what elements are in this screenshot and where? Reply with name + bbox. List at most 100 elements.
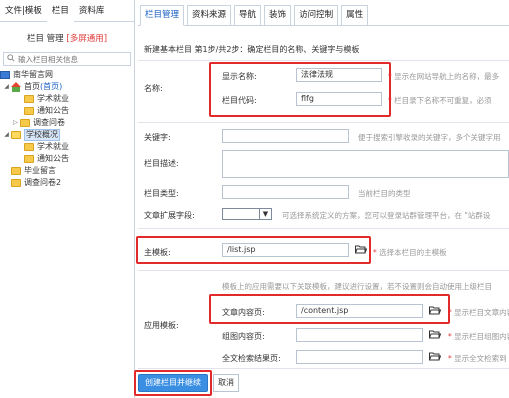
main-template-hint-text: 选择本栏目的主模板 <box>379 248 447 257</box>
step-indicator: 新建基本栏目 第1步/共2步：确定栏目的名称、关键字与模板 <box>144 45 360 54</box>
keywords-label: 关键字: <box>144 133 171 142</box>
left-panel: 文件|模板 栏目 资料库 栏目 管理 [多屏通用] 南华留言网 ◢ 首页 (首页… <box>0 0 135 398</box>
folder-open-icon <box>11 131 21 139</box>
folder-icon <box>11 179 21 187</box>
fulltext-result-hint-text: 显示全文检索到 <box>454 354 507 363</box>
main-template-highlight-box <box>136 236 371 264</box>
app-template-label: 应用模板: <box>144 321 179 330</box>
required-star: * <box>373 248 377 257</box>
main-template-hint: * 选择本栏目的主模板 <box>373 247 447 258</box>
ext-fields-label: 文章扩展字段: <box>144 211 195 220</box>
folder-icon <box>24 143 34 151</box>
column-tree: 南华留言网 ◢ 首页 (首页) 学术就业 通知公告 ▷ 调查问卷 ◢ 学校概况 <box>0 69 134 189</box>
divider <box>138 122 509 123</box>
right-tabs: 栏目管理 资料来源 导航 装饰 访问控制 属性 <box>138 0 509 26</box>
tab-properties[interactable]: 属性 <box>341 5 369 25</box>
tree-item-root[interactable]: 南华留言网 <box>0 69 134 81</box>
multiscreen-tag[interactable]: [多屏通用] <box>66 34 107 44</box>
column-code-hint: * 栏目录下名称不可重复，必须 <box>388 95 492 106</box>
tab-library[interactable]: 资料库 <box>74 0 110 22</box>
right-panel: 栏目管理 资料来源 导航 装饰 访问控制 属性 新建基本栏目 第1步/共2步：确… <box>134 0 509 398</box>
ext-fields-select[interactable]: ▼ <box>222 208 272 220</box>
tab-columns[interactable]: 栏目 <box>46 0 74 22</box>
description-textarea[interactable] <box>222 150 509 178</box>
cancel-button[interactable]: 取消 <box>213 374 239 392</box>
tree-item-graduation[interactable]: 毕业留言 <box>0 165 134 177</box>
tab-navigation[interactable]: 导航 <box>234 5 262 25</box>
required-star: * <box>448 332 452 341</box>
display-name-hint: * 显示在网站导航上的名称，最多 <box>388 71 499 82</box>
folder-open-icon[interactable] <box>428 329 442 339</box>
caret-down-icon[interactable]: ◢ <box>2 81 11 93</box>
photo-content-label: 组图内容页: <box>222 332 265 341</box>
article-content-hint-text: 显示栏目文章内容 <box>454 308 509 317</box>
photo-content-input[interactable] <box>296 328 423 342</box>
tab-column-manage[interactable]: 栏目管理 <box>140 5 185 26</box>
monitor-icon <box>0 71 10 79</box>
search-icon <box>7 54 15 64</box>
column-type-label: 栏目类型: <box>144 189 179 198</box>
tree-item-notice[interactable]: 通知公告 <box>0 105 134 117</box>
tab-files-templates[interactable]: 文件|模板 <box>0 0 47 22</box>
tree-item-label: 调查问卷 <box>33 118 65 127</box>
name-label: 名称: <box>144 84 163 93</box>
tree-item-label: 南华留言网 <box>13 70 53 79</box>
article-content-hint: * 显示栏目文章内容 <box>448 307 509 318</box>
caret-right-icon[interactable]: ▷ <box>11 117 20 129</box>
divider <box>138 368 509 369</box>
tree-item-notice-2[interactable]: 通知公告 <box>0 153 134 165</box>
app-template-hint: 模板上的应用需要以下关联模板，建议进行设置，若不设置则会自动使用上级栏目 <box>222 282 492 291</box>
tree-item-label: 通知公告 <box>37 106 69 115</box>
folder-icon <box>24 95 34 103</box>
keywords-hint: 便于搜索引擎收录的关键字，多个关键字用 <box>358 133 501 142</box>
tree-item-home[interactable]: ◢ 首页 (首页) <box>0 81 134 93</box>
tab-access-control[interactable]: 访问控制 <box>294 5 339 25</box>
required-star: * <box>448 354 452 363</box>
folder-open-icon[interactable] <box>428 351 442 361</box>
create-button-highlight-box <box>134 370 212 396</box>
name-highlight-box <box>209 62 391 117</box>
folder-icon <box>24 107 34 115</box>
divider <box>138 228 509 229</box>
ext-fields-hint: 可选择系统定义的方案，您可以登录站群管理平台，在 "站群设 <box>282 211 491 220</box>
tree-item-label: 学校概况 <box>24 129 60 141</box>
tree-item-academic-2[interactable]: 学术就业 <box>0 141 134 153</box>
column-type-input[interactable] <box>222 185 349 199</box>
fulltext-result-hint: * 显示全文检索到 <box>448 353 507 364</box>
tab-data-source[interactable]: 资料来源 <box>187 5 232 25</box>
tree-item-school-overview[interactable]: ◢ 学校概况 <box>0 129 134 141</box>
tree-item-label: 通知公告 <box>37 154 69 163</box>
tree-item-label: 学术就业 <box>37 142 69 151</box>
divider <box>138 270 509 271</box>
photo-content-hint: * 显示栏目组图内容 <box>448 331 509 342</box>
folder-icon <box>24 155 34 163</box>
tree-search-box[interactable] <box>3 52 131 66</box>
divider <box>138 60 509 61</box>
caret-down-icon[interactable]: ◢ <box>2 129 11 141</box>
home-suffix: (首页) <box>40 82 63 91</box>
tree-item-label: 首页 <box>24 82 40 91</box>
home-icon <box>11 81 21 92</box>
tree-item-label: 调查问卷2 <box>24 178 62 187</box>
keywords-input[interactable] <box>222 129 349 143</box>
display-name-hint-text: 显示在网站导航上的名称，最多 <box>394 72 500 81</box>
description-label: 栏目描述: <box>144 159 179 168</box>
chevron-down-icon[interactable]: ▼ <box>259 209 271 219</box>
column-type-hint: 当前栏目的类型 <box>358 189 411 198</box>
article-content-highlight-box <box>209 294 450 324</box>
tree-item-academic[interactable]: 学术就业 <box>0 93 134 105</box>
tree-item-label: 学术就业 <box>37 94 69 103</box>
tab-decoration[interactable]: 装饰 <box>264 5 292 25</box>
fulltext-result-label: 全文检索结果页: <box>222 354 281 363</box>
column-manage-header: 栏目 管理 [多屏通用] <box>0 28 134 50</box>
photo-content-hint-text: 显示栏目组图内容 <box>454 332 509 341</box>
column-code-hint-text: 栏目录下名称不可重复，必须 <box>394 96 492 105</box>
tree-item-survey[interactable]: ▷ 调查问卷 <box>0 117 134 129</box>
tree-item-survey-2[interactable]: 调查问卷2 <box>0 177 134 189</box>
fulltext-result-input[interactable] <box>296 350 423 364</box>
left-tabs: 文件|模板 栏目 资料库 <box>0 0 134 22</box>
folder-icon <box>11 167 21 175</box>
folder-icon <box>20 119 30 127</box>
search-input[interactable] <box>18 54 128 64</box>
tree-item-label: 毕业留言 <box>24 166 56 175</box>
